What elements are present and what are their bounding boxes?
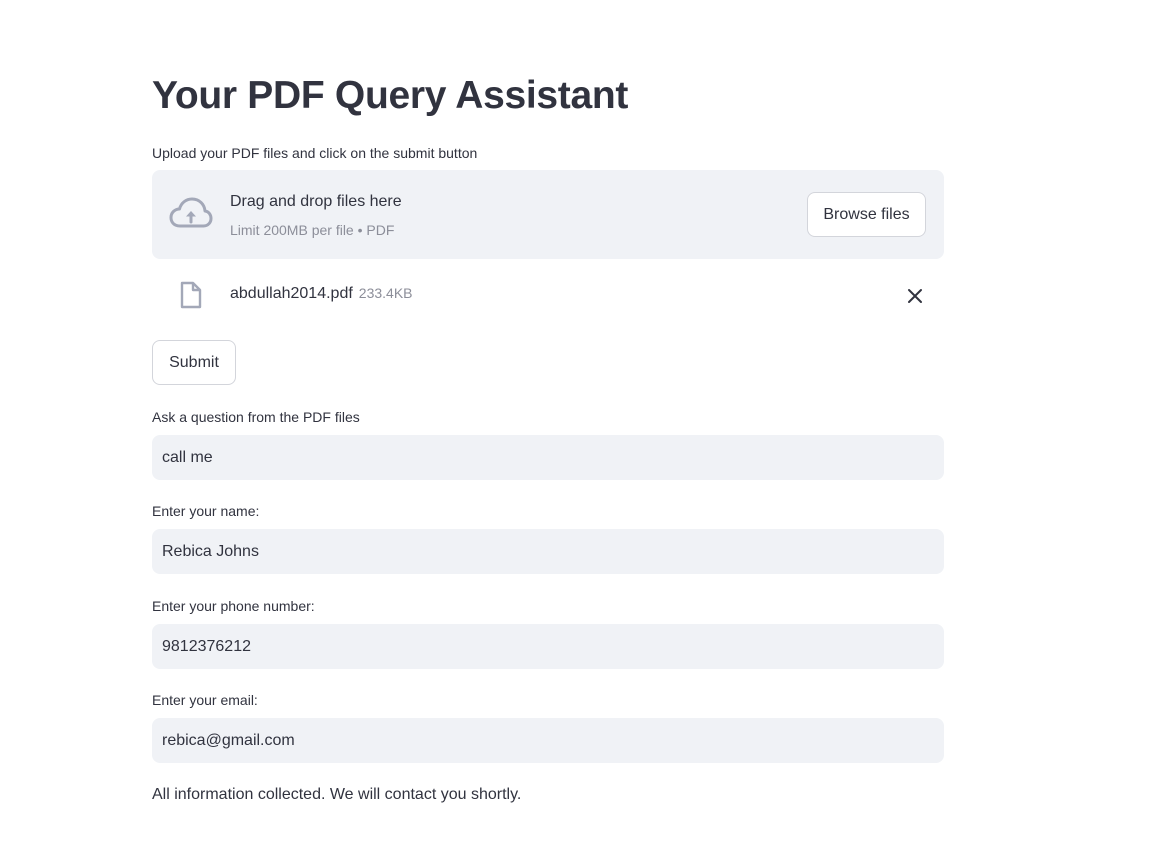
submit-button[interactable]: Submit xyxy=(152,340,236,385)
page-title: Your PDF Query Assistant xyxy=(152,74,629,117)
file-size: 233.4KB xyxy=(358,285,413,301)
dropzone-limit-text: Limit 200MB per file • PDF xyxy=(230,222,395,238)
name-input[interactable] xyxy=(152,529,944,574)
browse-files-button[interactable]: Browse files xyxy=(807,192,926,237)
email-input[interactable] xyxy=(152,718,944,763)
uploaded-file-row: abdullah2014.pdf 233.4KB xyxy=(152,270,944,320)
file-dropzone[interactable]: Drag and drop files here Limit 200MB per… xyxy=(152,170,944,259)
phone-label: Enter your phone number: xyxy=(152,598,315,614)
uploaded-file-info: abdullah2014.pdf 233.4KB xyxy=(230,282,413,305)
cloud-upload-icon xyxy=(169,197,213,228)
email-label: Enter your email: xyxy=(152,692,258,708)
question-label: Ask a question from the PDF files xyxy=(152,409,360,425)
dropzone-title: Drag and drop files here xyxy=(230,193,402,210)
phone-input[interactable] xyxy=(152,624,944,669)
uploader-label: Upload your PDF files and click on the s… xyxy=(152,145,478,161)
name-label: Enter your name: xyxy=(152,503,260,519)
file-icon xyxy=(180,281,202,309)
close-icon[interactable] xyxy=(904,285,926,307)
status-message: All information collected. We will conta… xyxy=(152,786,522,803)
question-input[interactable] xyxy=(152,435,944,480)
file-name: abdullah2014.pdf xyxy=(230,285,353,302)
